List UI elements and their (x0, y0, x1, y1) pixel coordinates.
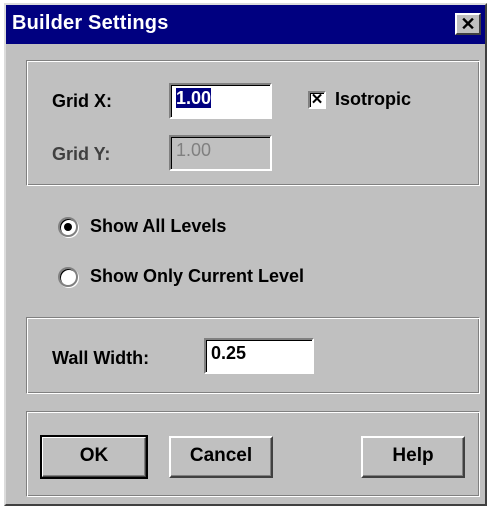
isotropic-checkbox[interactable]: ✕ (308, 91, 326, 109)
wall-width-group: Wall Width: 0.25 (26, 317, 480, 394)
close-icon: ✕ (460, 14, 476, 34)
show-all-levels-label[interactable]: Show All Levels (90, 216, 226, 237)
builder-settings-dialog: Builder Settings ✕ Grid X: 1.00 ✕ Isotro… (4, 3, 487, 506)
check-mark-icon: ✕ (310, 91, 324, 108)
buttons-group: OK Cancel Help (26, 411, 480, 497)
window-title: Builder Settings (12, 12, 169, 34)
wall-width-value: 0.25 (211, 343, 247, 363)
wall-width-label: Wall Width: (52, 348, 150, 368)
grid-x-value: 1.00 (176, 88, 212, 108)
title-bar[interactable]: Builder Settings ✕ (6, 5, 485, 44)
wall-width-input[interactable]: 0.25 (204, 338, 314, 374)
ok-button[interactable]: OK (40, 435, 148, 479)
grid-group: Grid X: 1.00 ✕ Isotropic Grid Y: 1.00 (26, 60, 480, 186)
grid-y-input: 1.00 (169, 135, 272, 171)
grid-y-value: 1.00 (176, 140, 212, 160)
show-all-levels-radio[interactable] (58, 217, 78, 237)
show-current-level-label[interactable]: Show Only Current Level (90, 266, 304, 287)
isotropic-label[interactable]: Isotropic (335, 89, 411, 110)
grid-x-input[interactable]: 1.00 (169, 83, 272, 119)
grid-x-label: Grid X: (52, 91, 113, 111)
cancel-button[interactable]: Cancel (169, 436, 273, 478)
show-current-level-radio[interactable] (58, 267, 78, 287)
help-button[interactable]: Help (361, 436, 465, 478)
grid-y-label: Grid Y: (52, 144, 111, 164)
radio-dot-icon (64, 223, 72, 231)
close-button[interactable]: ✕ (455, 13, 481, 35)
